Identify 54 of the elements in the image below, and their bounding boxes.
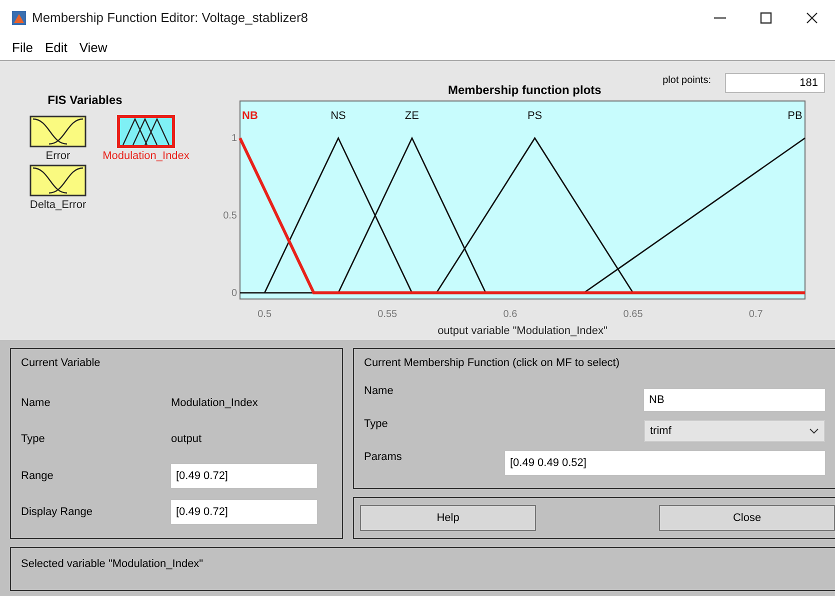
input-field[interactable]: [0.49 0.72] (171, 464, 317, 488)
x-tick-label: 0.65 (623, 309, 643, 320)
membership-curve[interactable] (338, 136, 486, 294)
curve-label[interactable]: ZE (404, 110, 419, 122)
field-value: output (171, 433, 203, 446)
help-button[interactable]: Help (360, 505, 536, 531)
y-tick-label: 1 (231, 133, 237, 144)
curve-label[interactable]: NS (330, 110, 346, 122)
curve-label[interactable]: PS (527, 110, 542, 122)
input-field[interactable]: NB (644, 389, 825, 411)
menu-item[interactable]: File (6, 40, 39, 55)
x-tick-label: 0.6 (503, 309, 518, 320)
section-title: Current Membership Function (click on MF to select) (364, 357, 621, 369)
field-label: Params (364, 451, 403, 463)
variable-label[interactable]: Delta_Error (30, 199, 86, 211)
plot-points-field[interactable]: 181 (725, 73, 825, 93)
maximize-icon[interactable] (758, 10, 774, 26)
menu-item[interactable]: Edit (38, 40, 74, 55)
variable-icon[interactable] (29, 164, 87, 197)
field-label: Range (21, 470, 54, 482)
variable-label[interactable]: Error (46, 150, 70, 162)
input-field[interactable]: [0.49 0.72] (171, 500, 317, 524)
section-title: Current Variable (21, 357, 102, 369)
membership-curve[interactable] (264, 136, 413, 294)
field-label: Type (21, 433, 46, 446)
field-label: Name (364, 385, 394, 397)
caret-icon (809, 428, 819, 434)
menu-item[interactable]: View (73, 40, 114, 55)
section-title: FIS Variables (46, 93, 124, 107)
field-label: Type (364, 418, 389, 430)
window-title: Membership Function Editor: Voltage_stablizer8 (32, 10, 310, 25)
x-tick-label: 0.7 (748, 309, 763, 320)
input-field[interactable]: [0.49 0.49 0.52] (505, 451, 825, 475)
app-icon (12, 10, 26, 24)
field-label: plot points: (662, 75, 711, 86)
membership-curve[interactable] (436, 136, 634, 294)
curve-label[interactable]: NB (242, 110, 258, 122)
y-tick-label: 0.5 (223, 210, 237, 222)
field-value: Modulation_Index (171, 397, 259, 410)
x-tick-label: 0.5 (258, 309, 272, 320)
type-dropdown[interactable]: trimf (644, 420, 825, 442)
chart-title: Membership function plots (448, 83, 602, 97)
x-axis-label: output variable "Modulation_Index" (438, 325, 608, 337)
variable-icon[interactable] (117, 115, 175, 148)
variable-icon[interactable] (29, 115, 87, 148)
variable-label[interactable]: Modulation_Index (102, 150, 190, 162)
curve-label[interactable]: PB (788, 110, 802, 122)
close-icon[interactable] (804, 10, 820, 26)
field-label: Display Range (21, 506, 94, 518)
x-tick-label: 0.55 (378, 309, 398, 320)
close-button[interactable]: Close (659, 505, 835, 531)
field-label: Name (21, 397, 52, 410)
status-bar: Selected variable "Modulation_Index" (10, 547, 835, 591)
y-tick-label: 0 (231, 288, 237, 299)
